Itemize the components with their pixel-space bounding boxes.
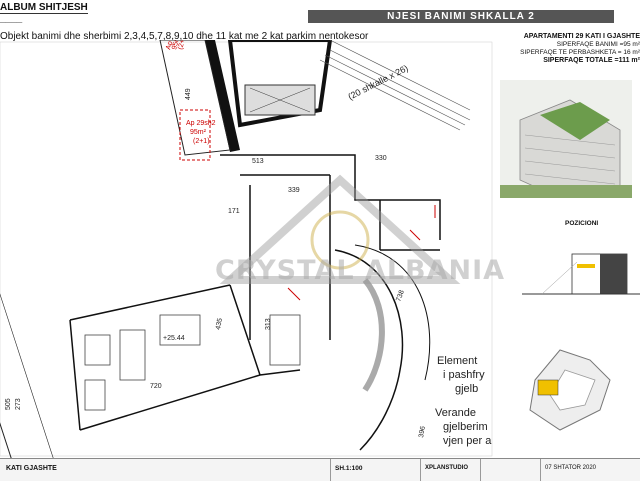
area-shared: SIPERFAQE TE PERBASHKETA = 16 m² (520, 49, 640, 56)
verande-text-1: Verande (435, 407, 476, 419)
building-render-image (500, 80, 632, 198)
verande-text-2: gjelberim (443, 421, 488, 433)
footer-scale: SH.1:100 (335, 465, 363, 472)
element-text-2: i pashfry (443, 369, 485, 381)
footer-floor: KATI GJASHTE (6, 465, 57, 472)
key-plan (529, 349, 611, 431)
green-strip (362, 278, 385, 392)
apt-label-2: Ap 29sh2 (186, 120, 216, 127)
dim-513: 513 (252, 158, 264, 165)
apt-type-1: (2+1) (177, 40, 188, 51)
area-total: SIPERFAQE TOTALE =111 m² (543, 57, 640, 64)
dim-449: 449 (185, 88, 192, 100)
title-block: KATI GJASHTE SH.1:100 XPLANSTUDIO 07 SHT… (0, 458, 640, 481)
apt-type-2: (2+1) (193, 138, 210, 145)
dim-330: 330 (375, 155, 387, 162)
apartment-info: APARTAMENTI 29 KATI I GJASHTE SIPERFAQE … (500, 33, 640, 65)
dim-396: 396 (418, 426, 427, 439)
apt-area-2: 95m² (190, 129, 207, 136)
dim-435: 435 (215, 318, 224, 331)
dim-720: 720 (150, 383, 162, 390)
dim-171: 171 (228, 208, 240, 215)
watermark: CRYSTAL ALBANIA (215, 255, 506, 286)
page-title: NJESI BANIMI SHKALLA 2 (308, 10, 614, 23)
floor-plan: 513 330 339 171 720 435 313 738 396 505 … (0, 40, 493, 458)
footer-date: 07 SHTATOR 2020 (545, 465, 597, 471)
left-wing (0, 275, 63, 458)
dim-738: 738 (395, 289, 406, 302)
room-walls (69, 154, 441, 431)
element-text-1: Element (437, 355, 477, 367)
stairs-label: (20 shkalle x 26) (346, 63, 409, 102)
dim-273: 273 (15, 398, 22, 410)
dim-339: 339 (288, 187, 300, 194)
position-label: POZICIONI (565, 220, 599, 227)
apartment-heading: APARTAMENTI 29 KATI I GJASHTE (523, 33, 640, 40)
elevation: +25.44 (163, 335, 185, 342)
section-diagram (522, 253, 640, 295)
stairs (319, 40, 471, 131)
area-living: SIPERFAQE BANIMI =95 m² (556, 41, 640, 48)
dim-313: 313 (265, 318, 272, 330)
album-label: ALBUM SHITJESH ____ (0, 2, 88, 24)
dim-505: 505 (5, 398, 12, 410)
element-text-3: gjelb (455, 383, 478, 395)
footer-studio: XPLANSTUDIO (425, 465, 469, 471)
verande-text-3: vjen per a (443, 435, 492, 447)
